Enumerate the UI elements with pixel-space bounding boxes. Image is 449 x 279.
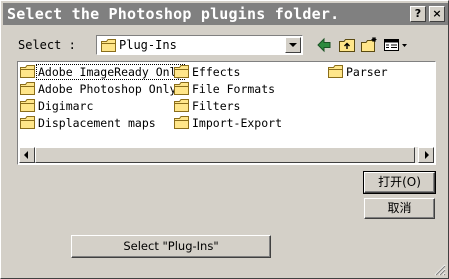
folder-icon (20, 99, 35, 112)
file-name: Filters (192, 99, 241, 113)
select-folder-button[interactable]: Select "Plug-Ins" (71, 235, 271, 258)
title-bar[interactable]: Select the Photoshop plugins folder. ? × (3, 3, 448, 25)
scrollbar-thumb[interactable] (35, 147, 415, 163)
up-folder-icon[interactable] (338, 36, 356, 54)
file-name: Displacement maps (38, 116, 156, 130)
file-name: Adobe ImageReady Only (35, 64, 186, 80)
resize-grip-icon[interactable] (434, 264, 446, 276)
file-list[interactable]: Adobe ImageReady Only Adobe Photoshop On… (17, 61, 436, 165)
folder-icon (174, 65, 189, 78)
folder-icon (20, 65, 35, 78)
view-menu-icon[interactable] (383, 36, 409, 54)
folder-icon (174, 116, 189, 129)
folder-icon (20, 82, 35, 95)
folder-icon (174, 99, 189, 112)
new-folder-icon[interactable] (360, 36, 378, 54)
dropdown-arrow-icon[interactable] (285, 37, 301, 53)
help-button[interactable]: ? (410, 6, 426, 22)
look-in-dropdown[interactable]: Plug-Ins (96, 35, 303, 55)
dialog-window: Select the Photoshop plugins folder. ? ×… (0, 0, 449, 279)
file-name: Parser (346, 65, 388, 79)
folder-icon (174, 82, 189, 95)
file-name: Digimarc (38, 99, 94, 113)
folder-icon (328, 65, 343, 78)
look-in-label: Select : (18, 38, 76, 52)
scroll-left-icon[interactable] (19, 147, 35, 163)
look-in-value: Plug-Ins (119, 38, 177, 52)
file-name: Import-Export (192, 116, 283, 130)
back-arrow-icon[interactable] (315, 36, 333, 54)
file-name: Effects (192, 65, 241, 79)
cancel-button[interactable]: 取消 (364, 198, 435, 219)
file-name: File Formats (192, 82, 276, 96)
open-button[interactable]: 打开(O) (363, 171, 436, 194)
folder-icon (20, 116, 35, 129)
horizontal-scrollbar[interactable] (19, 147, 434, 163)
window-title: Select the Photoshop plugins folder. (7, 5, 340, 23)
file-name: Adobe Photoshop Only (38, 82, 177, 96)
folder-icon (101, 39, 116, 52)
close-button[interactable]: × (429, 6, 445, 22)
scroll-right-icon[interactable] (418, 147, 434, 163)
